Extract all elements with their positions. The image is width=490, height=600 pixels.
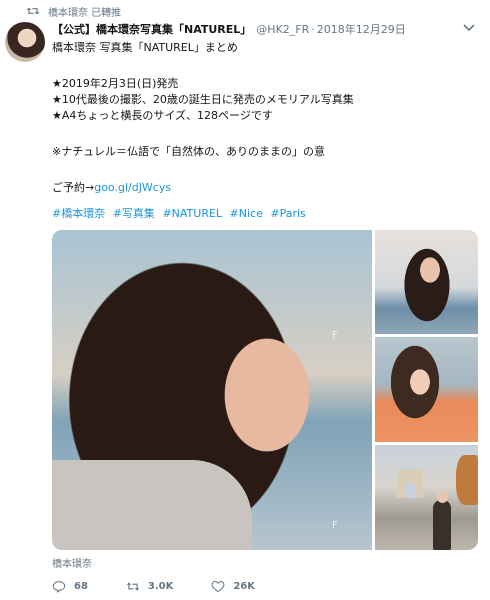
tweet-actions: 68 3.0K 26K <box>52 578 293 594</box>
reserve-link[interactable]: goo.gl/dJWcys <box>94 181 171 194</box>
like-button[interactable]: 26K <box>211 580 255 593</box>
retweet-count: 3.0K <box>147 580 174 592</box>
tweet-line: ※ナチュレル＝仏語で「自然体の、ありのままの」の意 <box>52 145 325 158</box>
photo-main[interactable]: F F <box>52 230 372 550</box>
tweet-line: ★2019年2月3日(日)発売 <box>52 77 179 90</box>
photo-watermark: F <box>332 520 338 531</box>
reply-count: 68 <box>74 580 88 592</box>
photo-thumbnail[interactable] <box>375 337 478 442</box>
tweet-header: 【公式】橋本環奈写真集「NATUREL」 @HK2_FR · 2018年12月2… <box>52 21 452 37</box>
like-count: 26K <box>233 580 256 592</box>
tweet-line: ★10代最後の撮影、20歳の誕生日に発売のメモリアル写真集 <box>52 93 354 106</box>
hashtag-list: #橋本環奈 #写真集 #NATUREL #Nice #Paris <box>52 205 310 221</box>
media-caption[interactable]: 橋本環奈 <box>52 555 92 570</box>
heart-icon <box>211 580 225 592</box>
reply-icon <box>52 580 66 593</box>
retweet-indicator: 橋本環奈 已轉推 <box>26 3 121 19</box>
retweet-icon <box>126 581 140 591</box>
avatar[interactable] <box>5 22 45 62</box>
chevron-down-icon[interactable] <box>462 22 476 34</box>
media-grid: F F <box>52 230 478 550</box>
reserve-prefix: ご予約→ <box>52 181 95 194</box>
tweet-date[interactable]: 2018年12月29日 <box>317 21 406 37</box>
tweet-line: 橋本環奈 写真集「NATUREL」まとめ <box>52 41 238 54</box>
author-handle[interactable]: @HK2_FR <box>256 23 309 36</box>
hashtag-link[interactable]: #写真集 <box>113 207 155 220</box>
author-name[interactable]: 【公式】橋本環奈写真集「NATUREL」 <box>52 21 251 37</box>
retweet-label: 橋本環奈 已轉推 <box>48 7 122 19</box>
tweet-body: 橋本環奈 写真集「NATUREL」まとめ ★2019年2月3日(日)発売 ★10… <box>52 40 477 196</box>
photo-thumbnail[interactable] <box>375 445 478 550</box>
photo-watermark: F <box>332 330 338 341</box>
hashtag-link[interactable]: #橋本環奈 <box>52 207 105 220</box>
retweet-icon <box>26 7 40 15</box>
hashtag-link[interactable]: #NATUREL <box>162 207 222 220</box>
header-separator: · <box>311 23 315 36</box>
hashtag-link[interactable]: #Paris <box>270 207 305 220</box>
reply-button[interactable]: 68 <box>52 580 88 593</box>
retweet-button[interactable]: 3.0K <box>126 580 173 593</box>
photo-thumbnail[interactable] <box>375 230 478 334</box>
reserve-line: ご予約→goo.gl/dJWcys <box>52 180 477 196</box>
tweet-line: ★A4ちょっと横長のサイズ、128ページです <box>52 109 273 122</box>
hashtag-link[interactable]: #Nice <box>230 207 263 220</box>
